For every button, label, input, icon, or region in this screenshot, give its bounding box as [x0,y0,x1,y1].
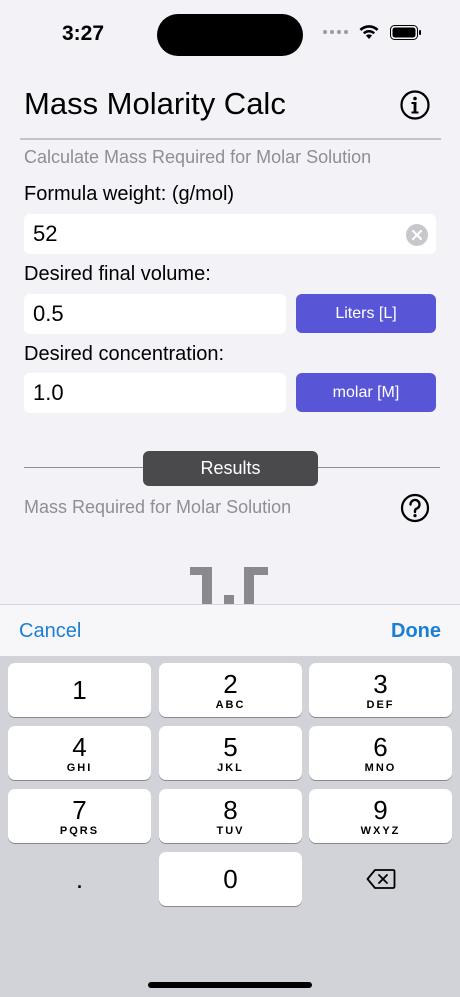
key-decimal[interactable]: . [8,852,151,906]
status-time: 3:27 [62,22,105,45]
backspace-key[interactable] [309,852,452,906]
volume-input[interactable]: 0.5 [24,294,286,334]
concentration-unit-button[interactable]: molar [M] [296,373,436,412]
volume-value: 0.5 [33,301,64,326]
key-digit: 5 [223,731,238,762]
mass-required-label: Mass Required for Molar Solution [24,497,292,517]
formula-weight-value: 52 [33,221,58,246]
key-2[interactable]: 2 ABC [159,663,302,717]
key-9[interactable]: 9 WXYZ [309,789,452,843]
key-letters: PQRS [59,824,100,837]
key-6[interactable]: 6 MNO [309,726,452,780]
results-divider-left [24,467,144,468]
clear-icon[interactable] [406,224,428,246]
formula-weight-input[interactable]: 52 [24,214,436,254]
wifi-icon [359,25,379,39]
page-title: Mass Molarity Calc [24,86,286,121]
battery-icon [390,24,421,40]
key-digit: 8 [223,794,238,825]
key-digit: 2 [223,668,238,699]
key-digit: 1 [72,675,87,705]
number-keypad: 1 2 ABC 3 DEF 4 GHI 5 JKL 6 MNO 7 PQRS 8… [0,656,460,997]
result-value-partial-glyph [190,567,268,605]
key-letters: ABC [215,698,246,711]
signal-dots-icon [323,30,348,34]
help-icon[interactable] [400,493,430,523]
key-digit: 7 [72,794,87,825]
volume-unit-button[interactable]: Liters [L] [296,294,436,333]
subtitle: Calculate Mass Required for Molar Soluti… [24,147,372,167]
key-0[interactable]: 0 [159,852,302,906]
keyboard-toolbar: Cancel Done [0,604,460,656]
volume-label: Desired final volume: [24,263,211,285]
key-letters: GHI [66,761,93,774]
key-letters: TUV [216,824,245,837]
results-heading: Results [143,451,318,486]
header-divider [20,138,441,140]
concentration-input[interactable]: 1.0 [24,373,286,413]
key-digit: 6 [373,731,388,762]
key-letters: MNO [364,761,397,774]
key-7[interactable]: 7 PQRS [8,789,151,843]
status-bar: 3:27 [0,0,460,70]
key-letters: JKL [217,761,244,774]
cancel-button[interactable]: Cancel [19,620,81,643]
concentration-value: 1.0 [33,380,64,405]
dynamic-island [157,14,303,56]
key-8[interactable]: 8 TUV [159,789,302,843]
formula-weight-label: Formula weight: (g/mol) [24,183,235,205]
key-digit: 4 [72,731,87,762]
key-digit: 3 [373,668,388,699]
concentration-label: Desired concentration: [24,343,225,365]
key-1[interactable]: 1 [8,663,151,717]
key-digit: 0 [223,864,238,894]
home-indicator [148,982,312,988]
key-3[interactable]: 3 DEF [309,663,452,717]
key-letters: DEF [366,698,395,711]
backspace-icon [366,869,395,889]
key-digit: 9 [373,794,388,825]
done-button[interactable]: Done [391,620,441,643]
info-icon[interactable] [399,89,431,121]
key-4[interactable]: 4 GHI [8,726,151,780]
status-icons [323,24,422,40]
key-5[interactable]: 5 JKL [159,726,302,780]
key-letters: WXYZ [360,824,401,837]
results-divider-right [318,467,440,468]
